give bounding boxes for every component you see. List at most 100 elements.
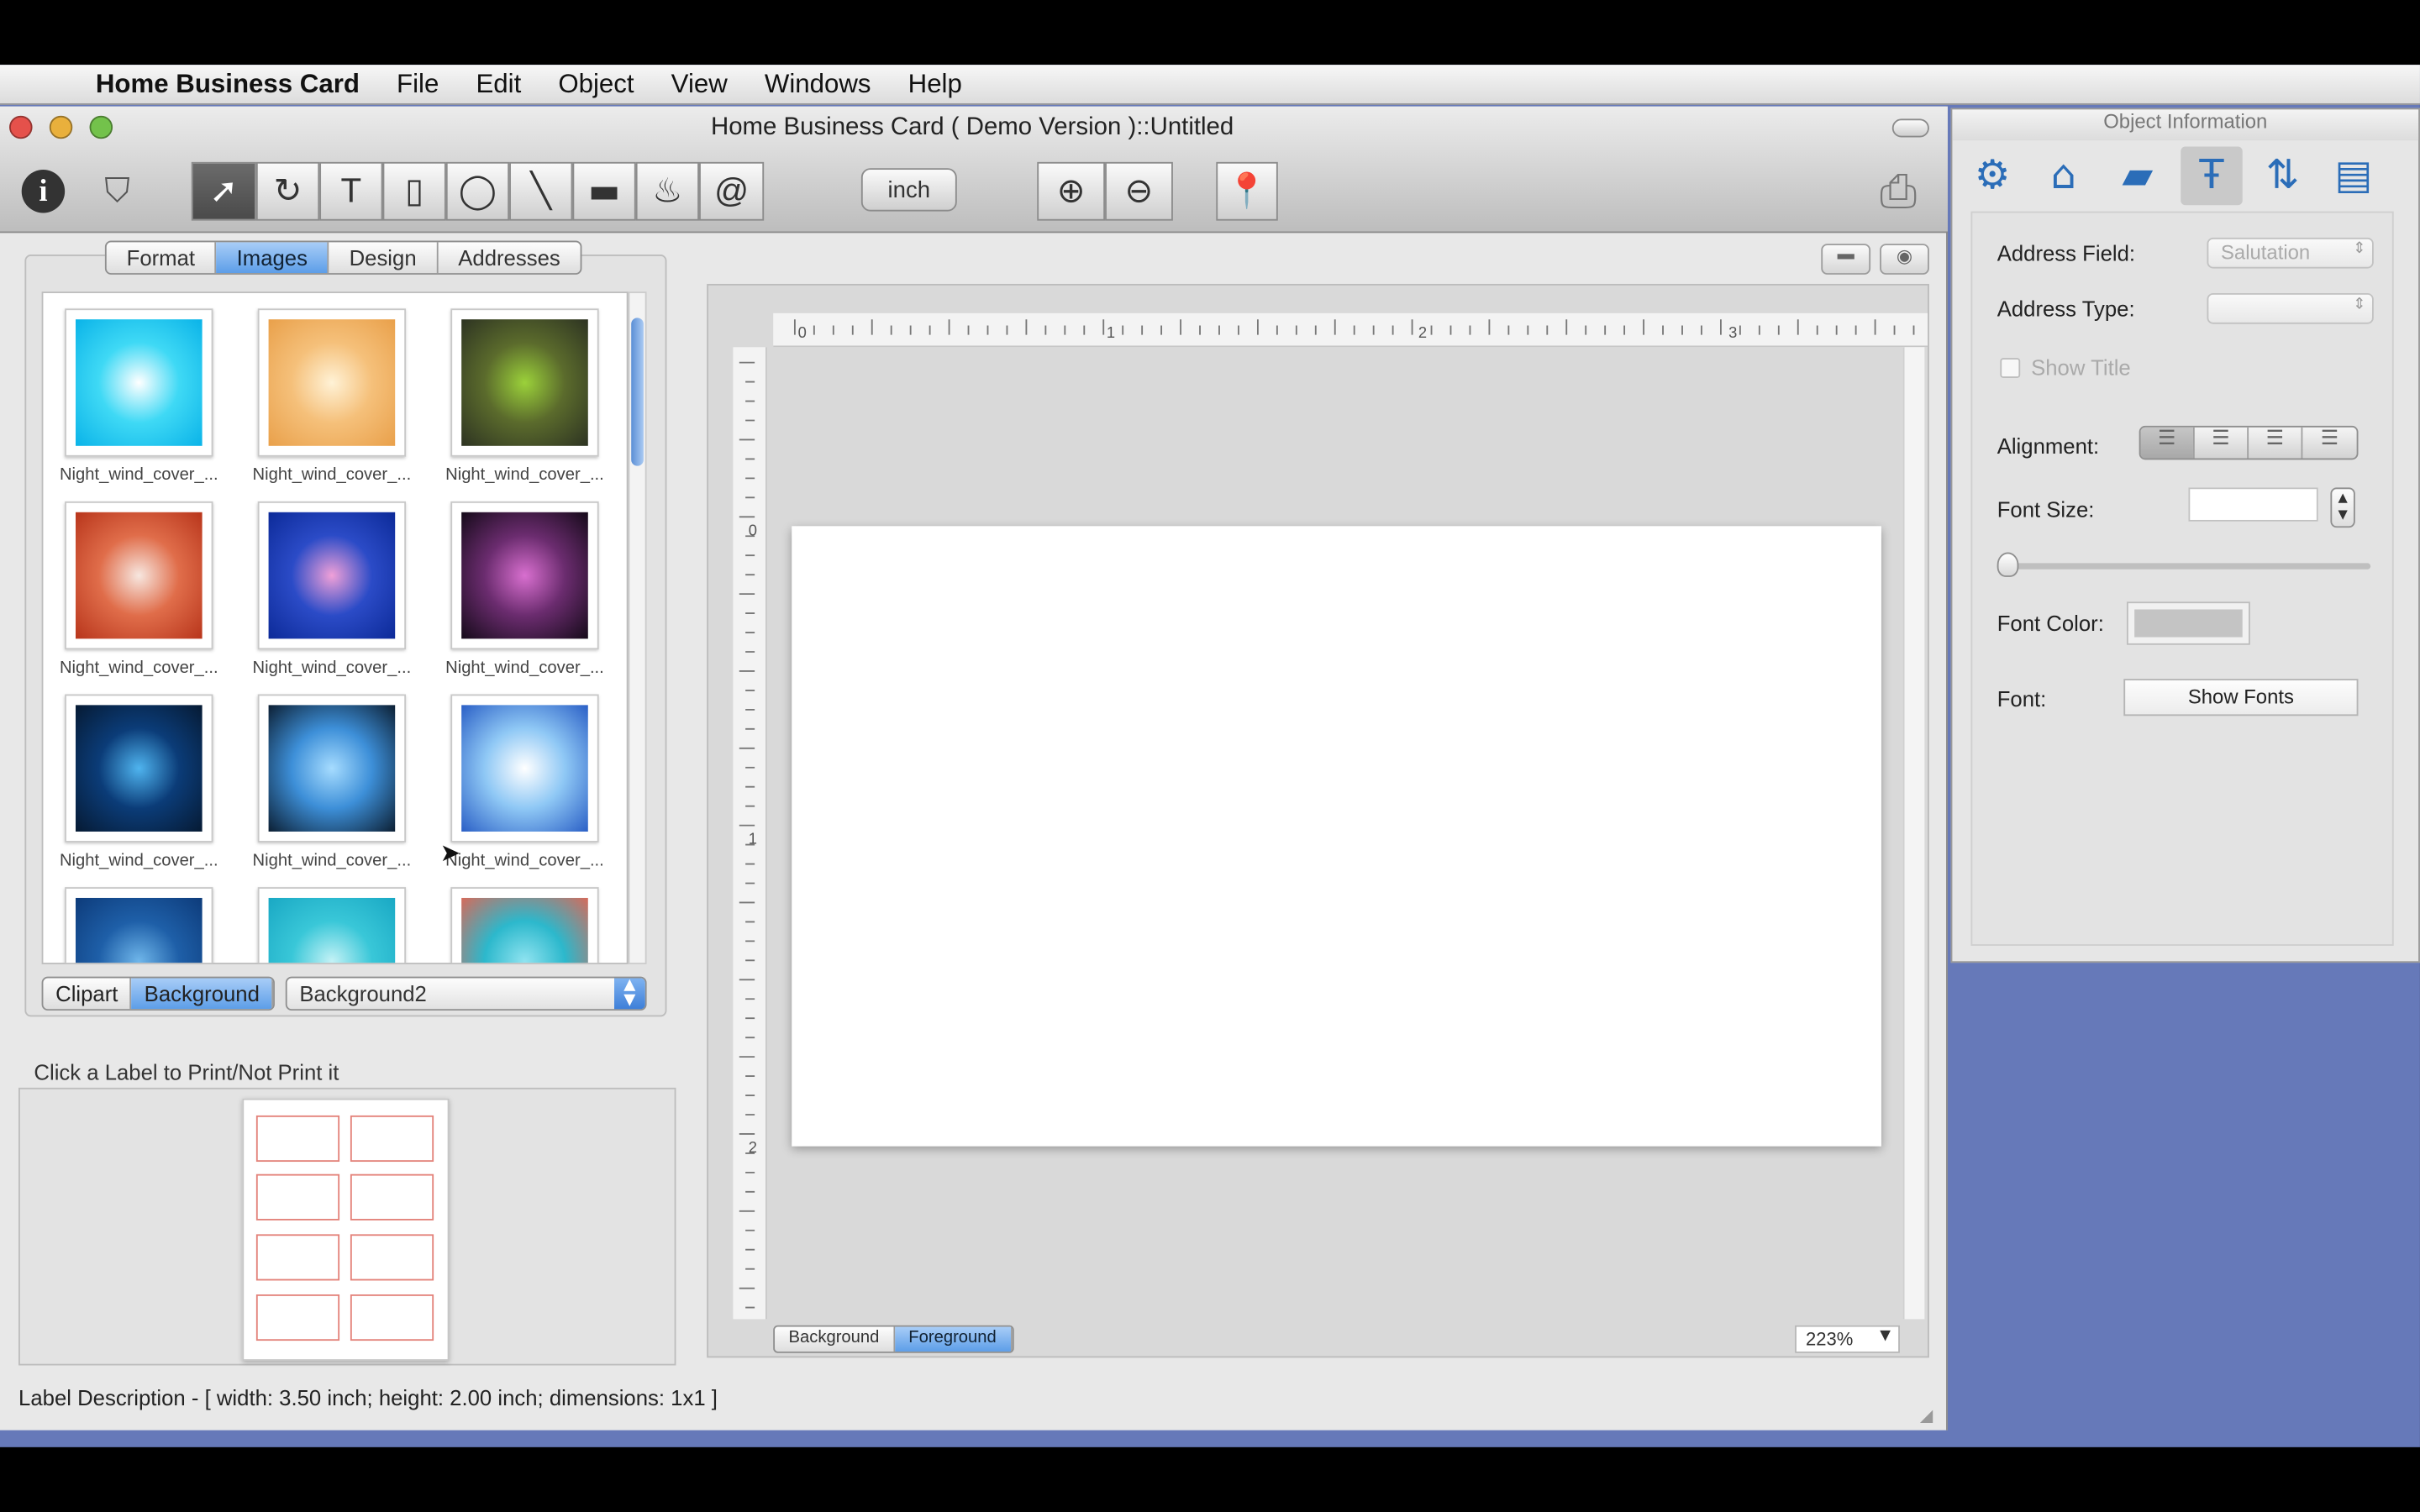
show-fonts-button[interactable]: Show Fonts: [2123, 679, 2359, 717]
gallery-scroll-thumb[interactable]: [631, 318, 644, 466]
resize-grip-icon[interactable]: ◢: [1920, 1405, 1942, 1427]
label-cell[interactable]: [350, 1294, 434, 1341]
print-icon[interactable]: ⎙: [1867, 162, 1928, 221]
thumbnail-caption: Night_wind_cover_...: [59, 465, 218, 485]
rotate-tool[interactable]: ↻: [255, 161, 320, 221]
layer-icon[interactable]: ▤: [2323, 146, 2384, 205]
tab-clipart[interactable]: Clipart: [43, 978, 132, 1010]
zoom-select[interactable]: 223% ▼: [1795, 1325, 1900, 1353]
canvas-scrollbar[interactable]: [1902, 347, 1925, 1320]
tab-format[interactable]: Format: [107, 242, 217, 274]
position-icon[interactable]: ⇅: [2252, 146, 2313, 205]
preview-eye-icon[interactable]: ◉: [1880, 244, 1929, 275]
unit-button[interactable]: inch: [860, 168, 957, 212]
font-size-label: Font Size:: [1996, 496, 2095, 522]
menu-edit[interactable]: Edit: [476, 69, 521, 100]
select-arrow-tool[interactable]: ➚: [191, 161, 256, 221]
label-cell[interactable]: [255, 1115, 340, 1163]
chevron-updown-icon: ⇕: [2353, 240, 2366, 258]
gallery-scrollbar[interactable]: [628, 291, 647, 964]
mouse-cursor-icon: ➤: [439, 837, 461, 868]
tab-design[interactable]: Design: [329, 242, 439, 274]
alignment-label: Alignment:: [1996, 433, 2100, 459]
label-cell[interactable]: [255, 1294, 340, 1341]
horizontal-ruler-ticks: [793, 319, 1915, 335]
info-icon[interactable]: i: [13, 162, 74, 221]
tab-foreground-layer[interactable]: Foreground: [894, 1326, 1013, 1352]
thumbnail-caption: Night_wind_cover_...: [445, 659, 604, 678]
line-tool[interactable]: ╲: [509, 161, 573, 221]
business-card-page[interactable]: [792, 526, 1881, 1147]
text-tool[interactable]: T: [319, 161, 383, 221]
object-icon[interactable]: ⚙: [1961, 146, 2023, 205]
title-bar: Home Business Card ( Demo Version )::Unt…: [0, 106, 1948, 234]
font-color-swatch: [2134, 609, 2243, 638]
address-type-label: Address Type:: [1996, 296, 2135, 322]
print-hint: Click a Label to Print/Not Print it: [34, 1059, 339, 1085]
tab-background[interactable]: Background: [131, 978, 274, 1010]
show-title-checkbox[interactable]: [2000, 358, 2021, 378]
ruler-label: 2: [1418, 325, 1428, 343]
menubar: Home Business Card File Edit Object View…: [0, 65, 2420, 105]
address-type-select[interactable]: ⇕: [2207, 292, 2374, 324]
thumbnail-image: [461, 512, 588, 639]
image-gallery: Night_wind_cover_... Night_wind_cover_...…: [41, 291, 629, 964]
align-justify-icon[interactable]: ☰: [2302, 428, 2356, 459]
font-size-slider-track[interactable]: [1996, 563, 2371, 570]
zoom-in-icon[interactable]: ⊕: [1037, 161, 1106, 221]
toolbar-toggle-button[interactable]: [1891, 118, 1929, 138]
thumbnail-caption: Night_wind_cover_...: [252, 659, 412, 678]
thumbnail-frame: [450, 501, 599, 650]
tab-addresses[interactable]: Addresses: [438, 242, 580, 273]
label-sheet-preview: [18, 1087, 676, 1366]
align-right-icon[interactable]: ☰: [2249, 427, 2303, 459]
zoom-button[interactable]: [89, 115, 113, 139]
tab-background-layer[interactable]: Background: [775, 1326, 895, 1352]
thumbnail-frame: [450, 694, 599, 843]
menu-file[interactable]: File: [397, 69, 439, 100]
thumbnail-image: [461, 319, 588, 446]
ellipse-tool[interactable]: ◯: [445, 161, 510, 221]
ruler-label: 1: [748, 831, 758, 849]
map-pin-icon[interactable]: 📍: [1216, 161, 1278, 221]
tab-images[interactable]: Images: [216, 242, 329, 274]
ruler-label: 3: [1728, 325, 1738, 343]
app-menu[interactable]: Home Business Card: [96, 69, 360, 100]
font-color-well[interactable]: [2126, 601, 2250, 645]
card-view-icon[interactable]: ▬: [1821, 244, 1871, 275]
fill-tool[interactable]: ♨: [635, 161, 700, 221]
thumbnail-image: [75, 319, 203, 446]
zoom-out-icon[interactable]: ⊖: [1105, 161, 1173, 221]
label-cell[interactable]: [350, 1234, 434, 1281]
menu-view[interactable]: View: [671, 69, 728, 100]
email-tool[interactable]: @: [699, 161, 765, 221]
shape-icon[interactable]: ⌂: [2033, 146, 2094, 205]
shield-icon[interactable]: ⛉: [87, 162, 148, 221]
menu-help[interactable]: Help: [908, 69, 962, 100]
rectangle-tool[interactable]: ▯: [382, 161, 446, 221]
label-cell[interactable]: [350, 1115, 434, 1163]
thumbnail-caption: Night_wind_cover_...: [252, 465, 412, 485]
font-size-stepper[interactable]: ▲ ▼: [2330, 487, 2355, 528]
text-icon[interactable]: Ŧ: [2181, 146, 2243, 206]
category-select[interactable]: Background2 ▲ ▼: [285, 976, 647, 1011]
show-title-label: Show Title: [2031, 354, 2131, 380]
align-left-icon[interactable]: ☰: [2140, 427, 2195, 459]
thumbnail-caption: Night_wind_cover_...: [252, 851, 412, 870]
align-center-icon[interactable]: ☰: [2195, 427, 2249, 459]
label-cell[interactable]: [255, 1234, 340, 1281]
thumbnail-frame: [257, 694, 407, 843]
label-cell[interactable]: [350, 1173, 434, 1221]
barcode-tool[interactable]: ▬: [572, 161, 636, 221]
chevron-down-icon: ▼: [1880, 1328, 1891, 1344]
font-size-slider-knob[interactable]: [1996, 552, 2019, 577]
menu-object[interactable]: Object: [558, 69, 634, 100]
minimize-button[interactable]: [49, 115, 73, 139]
image-icon[interactable]: ▰: [2107, 146, 2168, 205]
menu-windows[interactable]: Windows: [765, 69, 871, 100]
font-size-input[interactable]: [2188, 487, 2318, 522]
address-field-select[interactable]: Salutation ⇕: [2207, 237, 2374, 269]
label-cell[interactable]: [255, 1173, 340, 1221]
close-button[interactable]: [9, 115, 33, 139]
horizontal-ruler: 0 1 2 3: [773, 312, 1928, 348]
